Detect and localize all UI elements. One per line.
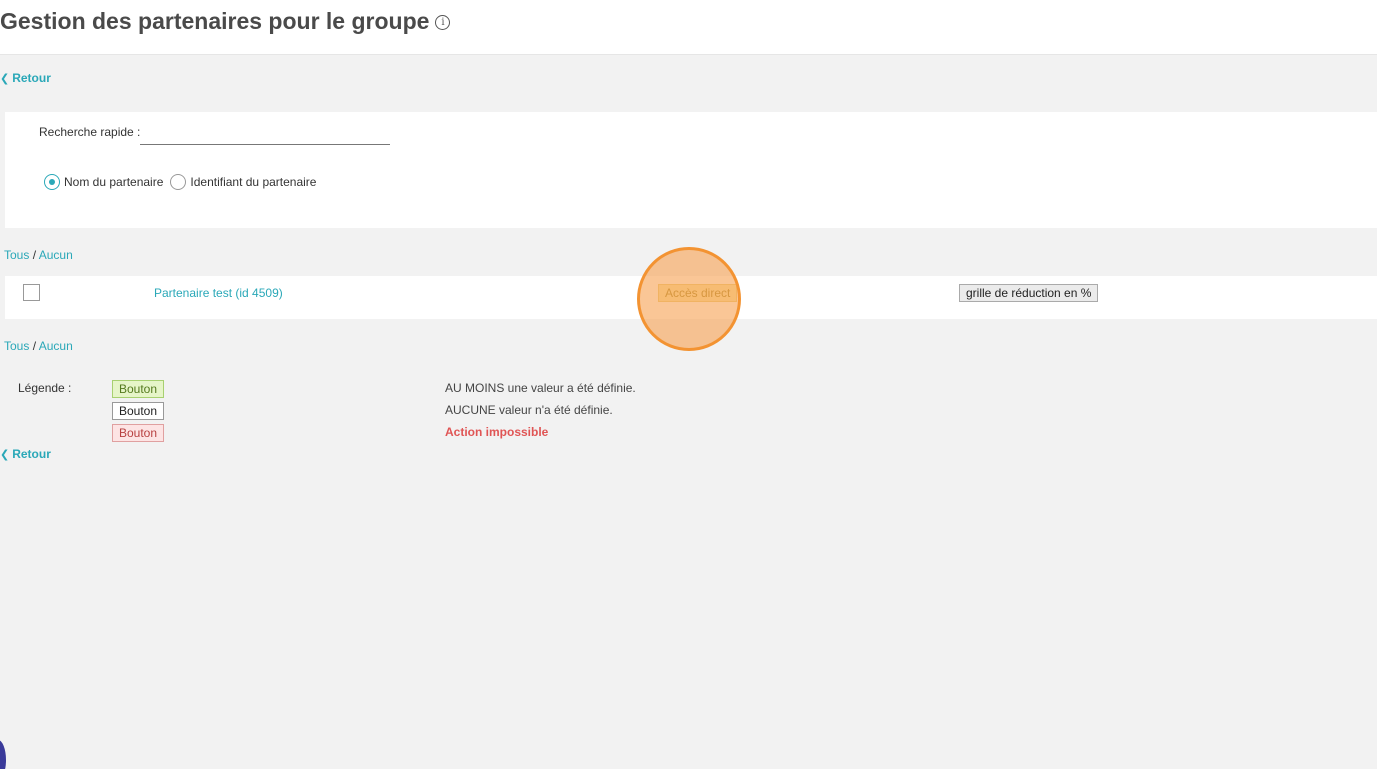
search-input[interactable]: [140, 122, 390, 145]
page-header: Gestion des partenaires pour le groupe i: [0, 0, 1377, 55]
select-all-link[interactable]: Tous: [4, 248, 29, 262]
select-none-link[interactable]: Aucun: [39, 248, 73, 262]
radio-partner-id[interactable]: [170, 174, 187, 190]
legend-button-undefined: Bouton: [112, 402, 165, 420]
back-link-bottom[interactable]: ❮ Retour: [0, 447, 51, 461]
legend-label: Légende :: [18, 381, 72, 395]
legend-desc-defined: AU MOINS une valeur a été définie.: [445, 381, 636, 395]
page-title: Gestion des partenaires pour le groupe i: [0, 8, 451, 35]
select-all-link[interactable]: Tous: [4, 339, 29, 353]
info-icon[interactable]: i: [435, 15, 451, 30]
radio-partner-name[interactable]: [44, 174, 60, 190]
search-panel: Recherche rapide : Nom du partenaire Ide…: [5, 112, 1377, 228]
radio-partner-name-label[interactable]: Nom du partenaire: [64, 175, 163, 189]
select-links-bottom: Tous / Aucun: [4, 339, 73, 353]
back-link-label: Retour: [12, 71, 51, 85]
select-none-link[interactable]: Aucun: [39, 339, 73, 353]
legend-desc-undefined: AUCUNE valeur n'a été définie.: [445, 403, 613, 417]
chevron-left-icon: ❮: [0, 73, 10, 85]
back-link-top[interactable]: ❮ Retour: [0, 71, 51, 85]
chevron-left-icon: ❮: [0, 449, 10, 461]
table-row: Partenaire test (id 4509) Accès direct g…: [5, 276, 1377, 319]
corner-widget[interactable]: [0, 740, 6, 769]
back-link-label: Retour: [12, 447, 51, 461]
partner-name-link[interactable]: Partenaire test (id 4509): [154, 286, 283, 300]
reduction-grid-button[interactable]: grille de réduction en %: [959, 284, 1099, 302]
select-links-top: Tous / Aucun: [4, 248, 73, 262]
legend-button-defined: Bouton: [112, 380, 165, 398]
search-mode-group: Nom du partenaire Identifiant du partena…: [44, 174, 323, 190]
search-label: Recherche rapide :: [39, 125, 141, 139]
select-separator: /: [32, 248, 37, 262]
access-direct-button[interactable]: Accès direct: [658, 284, 738, 302]
select-separator: /: [32, 339, 37, 353]
legend-button-impossible: Bouton: [112, 424, 165, 442]
radio-partner-id-label[interactable]: Identifiant du partenaire: [190, 175, 316, 189]
legend-desc-impossible: Action impossible: [445, 425, 549, 439]
row-checkbox[interactable]: [23, 284, 40, 301]
page-title-text: Gestion des partenaires pour le groupe: [0, 8, 430, 34]
